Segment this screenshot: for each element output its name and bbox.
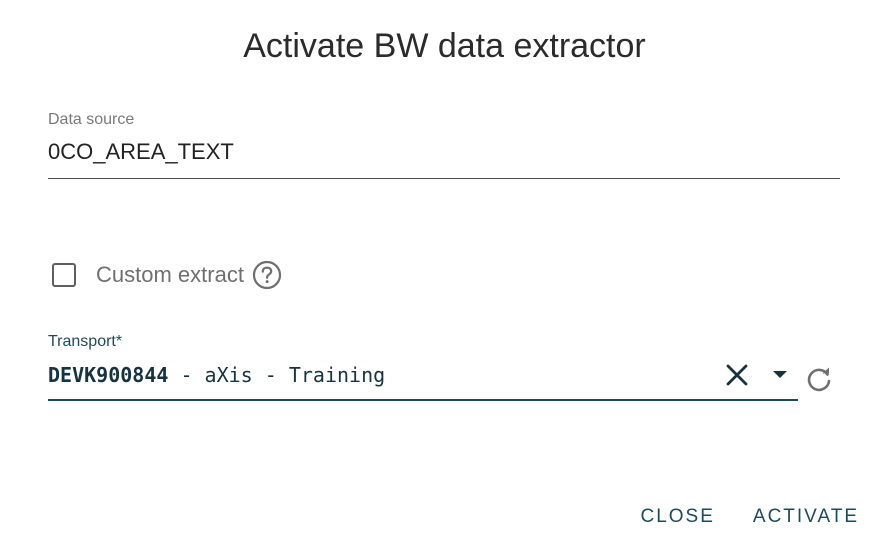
caret-down-icon[interactable] xyxy=(770,368,790,382)
dialog-actions: CLOSE ACTIVATE xyxy=(640,504,859,530)
refresh-icon[interactable] xyxy=(803,364,835,396)
data-source-field[interactable]: Data source 0CO_AREA_TEXT xyxy=(48,110,840,179)
transport-label: Transport* xyxy=(48,333,123,350)
data-source-value[interactable]: 0CO_AREA_TEXT xyxy=(48,138,840,166)
activate-extractor-dialog: Activate BW data extractor Data source 0… xyxy=(0,0,889,555)
transport-select[interactable]: Transport* DEVK900844 - aXis - Training xyxy=(48,332,798,401)
custom-extract-row: Custom extract xyxy=(52,258,282,292)
transport-value[interactable]: DEVK900844 - aXis - Training xyxy=(48,362,798,388)
transport-code: DEVK900844 xyxy=(48,363,169,387)
transport-description: - aXis - Training xyxy=(168,363,386,387)
close-button[interactable]: CLOSE xyxy=(640,504,714,530)
close-icon[interactable] xyxy=(724,362,750,388)
custom-extract-label[interactable]: Custom extract xyxy=(96,262,244,288)
help-circle-icon[interactable] xyxy=(252,260,282,290)
activate-button[interactable]: ACTIVATE xyxy=(753,504,859,530)
custom-extract-checkbox[interactable] xyxy=(52,263,76,287)
dialog-title: Activate BW data extractor xyxy=(243,27,646,65)
data-source-label: Data source xyxy=(48,111,135,128)
